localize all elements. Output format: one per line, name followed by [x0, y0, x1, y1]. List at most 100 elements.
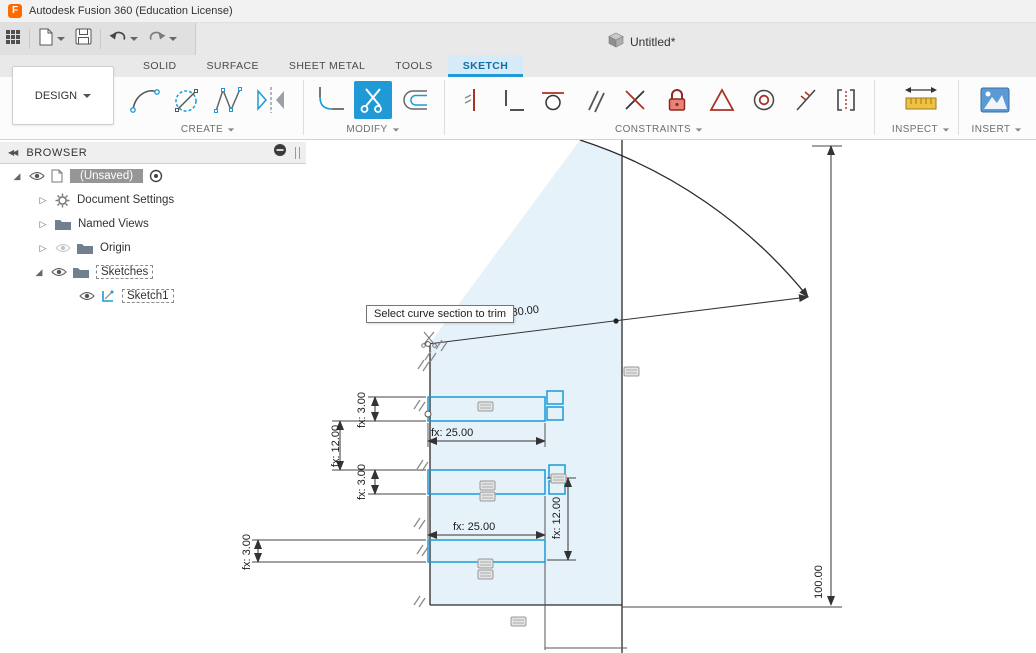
expander-open-icon[interactable]: ◢ [32, 267, 46, 278]
expander-closed-icon[interactable]: ▷ [36, 243, 50, 254]
tree-label-sketch1[interactable]: Sketch1 [122, 289, 174, 303]
perpendicular-constraint-icon [625, 90, 645, 110]
document-tab[interactable]: Untitled* [608, 31, 675, 53]
symmetry-constraint-button[interactable] [786, 81, 826, 119]
tab-tools[interactable]: TOOLS [380, 55, 447, 77]
parallel-constraint-button[interactable] [575, 81, 615, 119]
undo-button[interactable] [104, 26, 143, 52]
undo-caret-icon [130, 37, 138, 41]
curvature-constraint-icon [837, 89, 855, 111]
gear-icon [55, 193, 70, 208]
ribbon-separator [444, 80, 445, 135]
concentric-constraint-button[interactable] [744, 81, 784, 119]
dimension-100[interactable]: 100.00 [622, 145, 842, 608]
visibility-eye-icon[interactable] [29, 170, 45, 182]
tab-sheet-metal[interactable]: SHEET METAL [274, 55, 380, 77]
browser-collapse-icon[interactable]: ◀◀ [8, 148, 18, 157]
inspect-dropdown-caret-icon [942, 127, 950, 132]
perpendicular-constraint-button[interactable] [615, 81, 655, 119]
workspace-caret-icon [83, 93, 92, 98]
visibility-eye-icon[interactable] [51, 266, 67, 278]
tab-solid[interactable]: SOLID [128, 55, 192, 77]
browser-row-origin[interactable]: ▷ Origin [0, 236, 306, 260]
tangent-constraint-icon [542, 92, 564, 111]
document-cube-icon [608, 32, 624, 53]
toolbar-divider [29, 29, 30, 49]
expander-closed-icon[interactable]: ▷ [36, 195, 50, 206]
dim-slot1-height: fx: 3.00 [356, 392, 368, 428]
quick-access-toolbar [0, 23, 182, 55]
equal-constraint-button[interactable] [702, 81, 742, 119]
file-icon [38, 28, 54, 51]
browser-row-document-settings[interactable]: ▷ Document Settings [0, 188, 306, 212]
fix-lock-icon [668, 89, 686, 111]
sketch-circle-tool-button[interactable] [168, 81, 206, 119]
insert-group-label[interactable]: INSERT [962, 122, 1032, 137]
dim-100-label[interactable]: 100.00 [813, 565, 825, 599]
dim-slot2-width: fx: 25.00 [453, 521, 495, 533]
file-menu-button[interactable] [33, 26, 70, 52]
sketch-mirror-tool-button[interactable] [252, 81, 290, 119]
expander-closed-icon[interactable]: ▷ [36, 219, 50, 230]
trim-tooltip: Select curve section to trim [366, 305, 515, 323]
browser-row-root[interactable]: ◢ (Unsaved) [0, 164, 306, 188]
file-menu-caret-icon [57, 37, 65, 41]
constraints-group-label[interactable]: CONSTRAINTS [452, 122, 866, 137]
root-document-label[interactable]: (Unsaved) [70, 169, 144, 183]
browser-row-named-views[interactable]: ▷ Named Views [0, 212, 306, 236]
redo-button[interactable] [143, 26, 182, 52]
document-icon [51, 169, 63, 183]
dim-slot1-width: fx: 25.00 [431, 427, 473, 439]
insert-image-tool-button[interactable] [976, 81, 1014, 119]
ribbon-separator [303, 80, 304, 135]
horizontal-vertical-constraint-button[interactable] [492, 81, 532, 119]
expander-open-icon[interactable]: ◢ [10, 171, 24, 182]
save-button[interactable] [70, 26, 97, 52]
panel-resize-grip[interactable] [295, 146, 300, 159]
measure-tool-button[interactable] [902, 81, 940, 119]
document-tab-label: Untitled* [630, 35, 676, 49]
activate-radio-icon[interactable] [149, 169, 163, 183]
offset-tool-button[interactable] [396, 81, 434, 119]
workspace-selector-button[interactable]: DESIGN [12, 66, 114, 125]
tree-label-document-settings[interactable]: Document Settings [77, 194, 174, 206]
concentric-constraint-icon [753, 89, 775, 111]
tangent-constraint-button[interactable] [532, 81, 572, 119]
fillet-tool-button[interactable] [312, 81, 350, 119]
trim-tool-button[interactable] [354, 81, 392, 119]
tree-label-named-views[interactable]: Named Views [78, 218, 149, 230]
app-grid-icon [5, 29, 21, 50]
symmetry-constraint-icon [796, 89, 816, 111]
ribbon-separator [874, 80, 875, 135]
toolbar-band: Untitled* SOLID SURFACE SHEET METAL TOOL… [0, 23, 1036, 77]
visibility-eye-off-icon[interactable] [55, 242, 71, 254]
browser-row-sketches[interactable]: ◢ Sketches [0, 260, 306, 284]
app-grid-button[interactable] [0, 26, 26, 52]
redo-caret-icon [169, 37, 177, 41]
redo-icon [148, 29, 166, 50]
browser-hide-icon[interactable] [273, 143, 287, 162]
visibility-eye-icon[interactable] [79, 290, 95, 302]
tab-sketch[interactable]: SKETCH [447, 55, 524, 77]
modify-group-label[interactable]: MODIFY [312, 122, 434, 137]
sketch-spline-tool-button[interactable] [210, 81, 248, 119]
fillet-tool-icon [319, 87, 344, 110]
tab-surface[interactable]: SURFACE [192, 55, 274, 77]
sketch-point[interactable] [424, 410, 432, 418]
parallel-constraint-icon [588, 90, 605, 113]
create-group-label[interactable]: CREATE [126, 122, 290, 137]
sketch-arc-tool-button[interactable] [126, 81, 164, 119]
measure-icon [905, 87, 937, 110]
ribbon-separator [958, 80, 959, 135]
insert-image-icon [980, 87, 1010, 113]
fix-constraint-button[interactable] [657, 81, 697, 119]
tree-label-origin[interactable]: Origin [100, 242, 131, 254]
sketch-icon [101, 289, 115, 303]
tree-label-sketches[interactable]: Sketches [96, 265, 154, 279]
curvature-constraint-button[interactable] [826, 81, 866, 119]
browser-row-sketch1[interactable]: Sketch1 [0, 284, 306, 308]
inspect-group-label[interactable]: INSPECT [884, 122, 958, 137]
dim-gap2: fx: 12.00 [551, 497, 563, 539]
coincident-constraint-button[interactable] [452, 81, 492, 119]
dim-slot3-height: fx: 3.00 [241, 534, 253, 570]
